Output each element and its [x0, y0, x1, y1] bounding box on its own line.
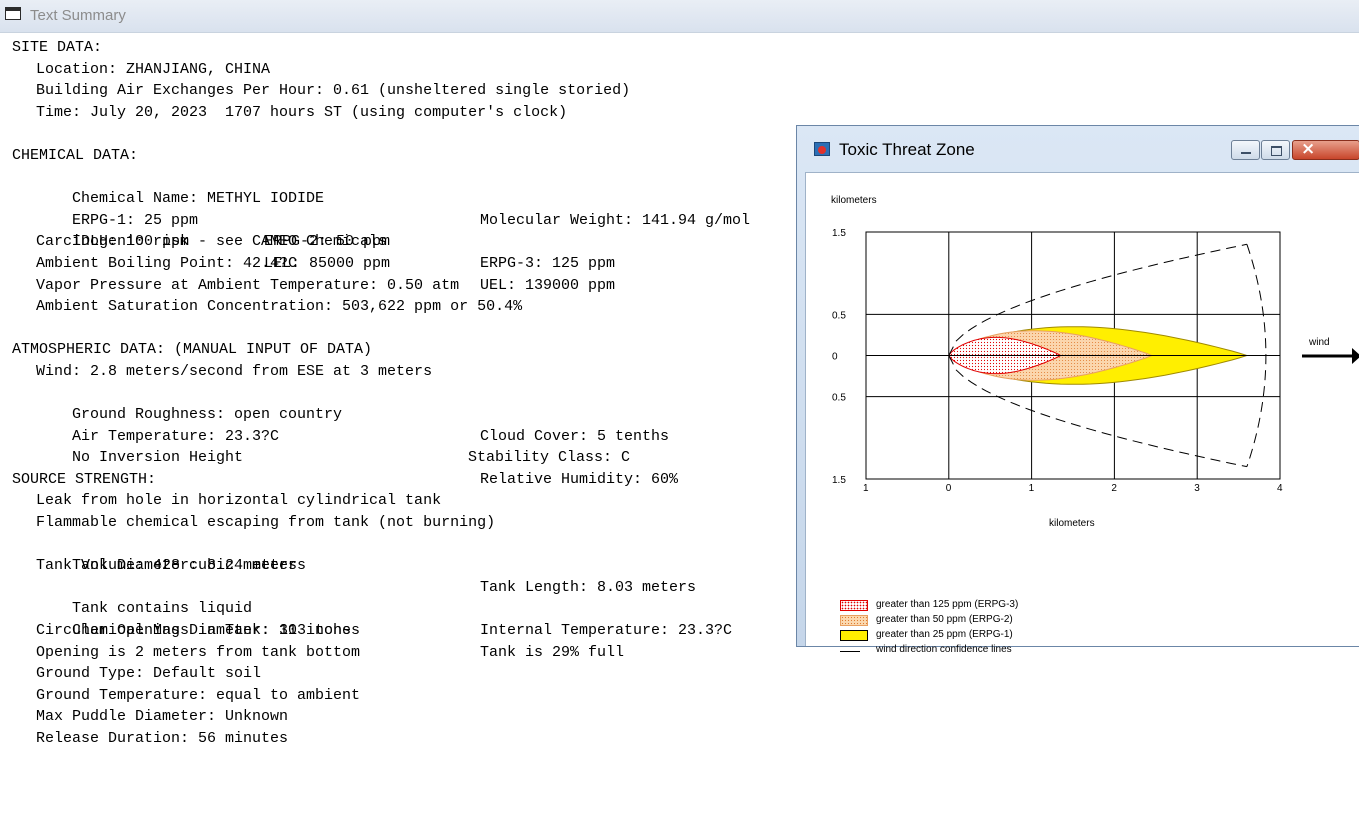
relative-humidity: Relative Humidity: 60%: [480, 470, 679, 488]
threat-window-icon: [814, 142, 830, 156]
inversion-height: No Inversion Height: [72, 449, 244, 467]
legend-label-erpg3: greater than 125 ppm (ERPG-3): [876, 599, 1019, 610]
erpg3-value: ERPG-3: 125 ppm: [480, 254, 616, 272]
legend-swatch-erpg2: [840, 615, 868, 626]
legend-label-erpg1: greater than 25 ppm (ERPG-1): [876, 629, 1013, 640]
air-exchanges-line: Building Air Exchanges Per Hour: 0.61 (u…: [36, 82, 631, 100]
legend-swatch-confidence: [840, 651, 860, 652]
saturation-line: Ambient Saturation Concentration: 503,62…: [36, 298, 523, 316]
chemical-data-header: CHEMICAL DATA:: [12, 146, 139, 164]
stability-class: Stability Class: C: [468, 449, 631, 467]
erpg2-value: ERPG-2: 50 ppm: [264, 233, 391, 251]
wind-line: Wind: 2.8 meters/second from ESE at 3 me…: [36, 362, 433, 380]
x-tick-label: 0: [946, 483, 952, 494]
leak-line: Leak from hole in horizontal cylindrical…: [36, 492, 442, 510]
flammable-line: Flammable chemical escaping from tank (n…: [36, 514, 496, 532]
internal-temperature: Internal Temperature: 23.3?C: [480, 622, 733, 640]
y-tick-label: 1.5: [832, 228, 846, 239]
uel-value: UEL: 139000 ppm: [480, 276, 616, 294]
threat-zone-chart: kilometers 1 0 1 2 3 4 1.5 0.5 0 0.5 1.5 kilometer…: [831, 195, 1359, 529]
x-tick-label: 1: [1029, 483, 1035, 494]
legend-label-erpg2: greater than 50 ppm (ERPG-2): [876, 614, 1013, 625]
max-puddle-diameter: Max Puddle Diameter: Unknown: [36, 708, 289, 726]
legend-swatch-erpg3: [840, 600, 868, 611]
maximize-button[interactable]: [1261, 140, 1290, 160]
main-title-bar: Text Summary: [0, 0, 1359, 33]
time-line: Time: July 20, 2023 1707 hours ST (using…: [36, 103, 568, 121]
x-axis-unit-label: kilometers: [1049, 518, 1095, 529]
location-line: Location: ZHANJIANG, CHINA: [36, 60, 271, 78]
x-tick-label: 2: [1111, 483, 1117, 494]
x-tick-label: 3: [1194, 483, 1200, 494]
y-tick-label: 1.5: [832, 475, 846, 486]
text-summary: SITE DATA: Location: ZHANJIANG, CHINA Bu…: [12, 37, 750, 750]
y-axis-unit-label: kilometers: [831, 195, 877, 206]
y-tick-label: 0.5: [832, 393, 846, 404]
threat-window-title-bar[interactable]: Toxic Threat Zone: [797, 126, 1359, 166]
atmospheric-data-header: ATMOSPHERIC DATA: (MANUAL INPUT OF DATA): [12, 341, 373, 359]
release-duration: Release Duration: 56 minutes: [36, 730, 289, 747]
main-window-title: Text Summary: [30, 7, 126, 24]
ground-type: Ground Type: Default soil: [36, 665, 262, 683]
x-tick-label: 4: [1277, 483, 1283, 494]
lel-value: LEL: 85000 ppm: [264, 254, 391, 272]
minimize-button[interactable]: [1231, 140, 1260, 160]
ground-temperature: Ground Temperature: equal to ambient: [36, 686, 361, 704]
wind-label: wind: [1308, 337, 1330, 348]
tank-fill-level: Tank is 29% full: [480, 643, 625, 661]
toxic-threat-zone-window[interactable]: Toxic Threat Zone kilometers 1 0 1 2 3 4 1.5 0.…: [796, 125, 1359, 655]
legend-label-confidence: wind direction confidence lines: [876, 644, 1012, 655]
x-tick-label: 1: [863, 483, 869, 494]
wind-arrow-icon: [1302, 348, 1359, 364]
threat-zone-plot-area: kilometers 1 0 1 2 3 4 1.5 0.5 0 0.5 1.5 kilometer…: [805, 172, 1359, 655]
y-tick-label: 0: [832, 352, 838, 363]
tank-diameter: Tank Diameter: 8.24 meters: [72, 557, 307, 575]
chemical-mass: Chemical Mass in Tank: 313 tons: [72, 622, 352, 640]
idlh-value: IDLH: 100 ppm: [72, 233, 190, 251]
y-tick-label: 0.5: [832, 310, 846, 321]
app-window-icon: [5, 7, 21, 20]
legend-swatch-erpg1: [840, 630, 868, 641]
close-button[interactable]: [1292, 139, 1359, 160]
site-data-header: SITE DATA:: [12, 39, 103, 56]
threat-window-title: Toxic Threat Zone: [839, 140, 975, 159]
